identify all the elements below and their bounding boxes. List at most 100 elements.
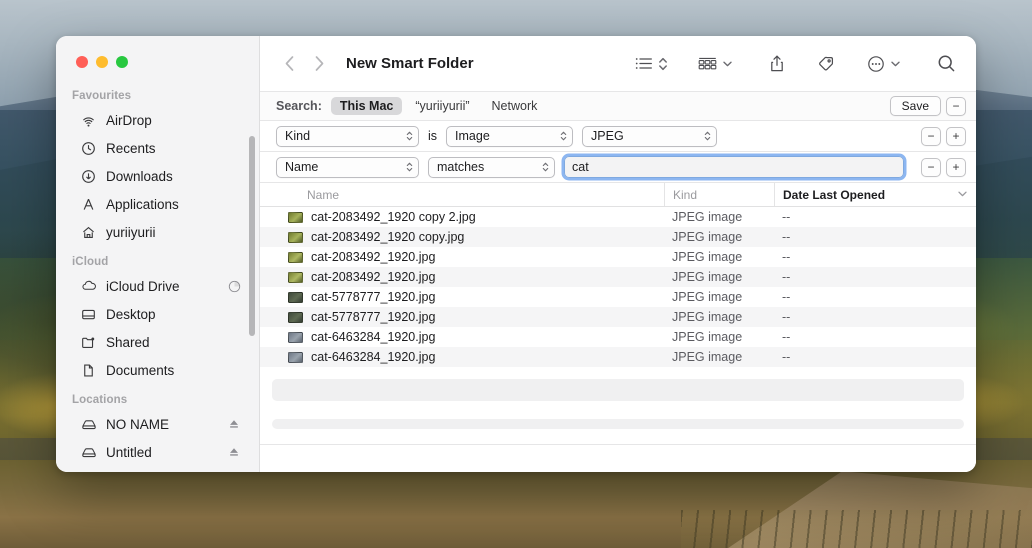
file-name-cell: cat-2083492_1920.jpg — [260, 270, 664, 284]
sidebar-section-icloud-title: iCloud — [72, 256, 109, 268]
sidebar-item-label: AirDrop — [106, 112, 152, 128]
sidebar-section-favourites-title: Favourites — [72, 90, 132, 102]
main-content: New Smart Folder Search: This Mac “yurii… — [260, 36, 976, 472]
file-name: cat-2083492_1920.jpg — [311, 250, 436, 264]
criteria-attribute-popup[interactable]: Kind — [276, 125, 419, 147]
column-header-label: Kind — [673, 187, 698, 202]
eject-icon[interactable] — [227, 417, 241, 431]
cloud-icon — [80, 278, 97, 295]
criteria-value: Image — [455, 129, 490, 143]
save-button[interactable]: Save — [889, 96, 941, 116]
back-button[interactable] — [274, 50, 304, 78]
table-row[interactable]: cat-6463284_1920.jpg JPEG image -- — [260, 327, 976, 347]
file-name-cell: cat-6463284_1920.jpg — [260, 350, 664, 364]
sidebar-item-icloud-drive[interactable]: iCloud Drive — [64, 272, 251, 300]
remove-criteria-button[interactable]: − — [921, 126, 941, 146]
sidebar-item-shared[interactable]: Shared — [64, 328, 251, 356]
file-name: cat-2083492_1920.jpg — [311, 270, 436, 284]
criteria-text-value: cat — [572, 160, 589, 174]
table-row[interactable]: cat-5778777_1920.jpg JPEG image -- — [260, 287, 976, 307]
criteria-value-popup[interactable]: Image — [446, 125, 574, 147]
window-bottom-strip — [260, 444, 976, 472]
list-view-icon[interactable] — [631, 50, 657, 78]
remove-search-row-button[interactable]: − — [946, 96, 966, 116]
file-name: cat-5778777_1920.jpg — [311, 310, 436, 324]
scope-home-folder[interactable]: “yuriiyurii” — [406, 97, 478, 115]
sidebar-scrollbar[interactable] — [249, 136, 255, 336]
clock-icon — [80, 140, 97, 157]
table-row[interactable]: cat-6463284_1920.jpg JPEG image -- — [260, 347, 976, 367]
chevron-down-icon[interactable] — [889, 58, 903, 69]
close-button[interactable] — [76, 56, 88, 68]
scope-this-mac[interactable]: This Mac — [330, 97, 403, 115]
add-criteria-button[interactable]: + — [946, 157, 966, 177]
group-by-icon[interactable] — [694, 50, 721, 78]
remove-criteria-button[interactable]: − — [921, 157, 941, 177]
sidebar-item-downloads[interactable]: Downloads — [64, 162, 251, 190]
sidebar-item-no-name[interactable]: NO NAME — [64, 410, 251, 438]
column-header-name[interactable]: Name — [260, 183, 664, 206]
sidebar-scroll-area[interactable]: Favourites AirDrop Recents Downloads App… — [56, 80, 259, 472]
traffic-lights — [76, 56, 128, 68]
add-criteria-button[interactable]: + — [946, 126, 966, 146]
sidebar-item-documents[interactable]: Documents — [64, 356, 251, 384]
ellipsis-circle-icon[interactable] — [863, 50, 889, 78]
group-by-group — [694, 50, 735, 78]
sidebar-item-untitled[interactable]: Untitled — [64, 438, 251, 466]
tag-icon[interactable] — [813, 50, 839, 78]
column-header-kind[interactable]: Kind — [664, 183, 774, 206]
table-row[interactable]: cat-2083492_1920.jpg JPEG image -- — [260, 247, 976, 267]
loading-placeholders — [260, 367, 976, 429]
criteria-attribute-value: Kind — [285, 129, 311, 143]
column-header-date-last-opened[interactable]: Date Last Opened — [774, 183, 976, 206]
criteria-subvalue-popup[interactable]: JPEG — [582, 125, 718, 147]
column-header-label: Date Last Opened — [783, 187, 886, 202]
file-list[interactable]: cat-2083492_1920 copy 2.jpg JPEG image -… — [260, 207, 976, 444]
file-name-cell: cat-5778777_1920.jpg — [260, 310, 664, 324]
updown-chevron-icon — [406, 162, 413, 173]
file-date-last-opened: -- — [782, 230, 791, 244]
file-kind: JPEG image — [672, 310, 743, 324]
search-icon[interactable] — [933, 50, 960, 78]
eject-icon[interactable] — [227, 445, 241, 459]
file-name: cat-6463284_1920.jpg — [311, 350, 436, 364]
updown-chevron-icon — [542, 162, 549, 173]
sidebar: Favourites AirDrop Recents Downloads App… — [56, 36, 260, 472]
document-icon — [80, 362, 97, 379]
file-kind: JPEG image — [672, 210, 743, 224]
criteria-attribute-popup[interactable]: Name — [276, 156, 419, 178]
sidebar-item-recents[interactable]: Recents — [64, 134, 251, 162]
table-row[interactable]: cat-2083492_1920.jpg JPEG image -- — [260, 267, 976, 287]
criteria-text-input[interactable]: cat — [564, 156, 904, 178]
file-date-last-opened: -- — [782, 270, 791, 284]
image-thumbnail-icon — [288, 251, 303, 263]
updown-chevron-icon[interactable] — [657, 56, 670, 72]
sidebar-item-home[interactable]: yuriiyurii — [64, 218, 251, 246]
view-options-group — [631, 50, 670, 78]
table-row[interactable]: cat-2083492_1920 copy 2.jpg JPEG image -… — [260, 207, 976, 227]
criteria-operator-popup[interactable]: matches — [428, 156, 555, 178]
zoom-button[interactable] — [116, 56, 128, 68]
file-date-last-opened: -- — [782, 290, 791, 304]
chevron-down-icon[interactable] — [721, 58, 735, 69]
criteria-subvalue: JPEG — [591, 129, 624, 143]
scope-network[interactable]: Network — [483, 97, 547, 115]
file-date-last-opened: -- — [782, 210, 791, 224]
page-title: New Smart Folder — [346, 55, 474, 72]
file-name-cell: cat-5778777_1920.jpg — [260, 290, 664, 304]
table-row[interactable]: cat-2083492_1920 copy.jpg JPEG image -- — [260, 227, 976, 247]
criteria-row-name: Name matches cat − + — [260, 152, 976, 183]
file-name-cell: cat-2083492_1920 copy 2.jpg — [260, 210, 664, 224]
file-name: cat-6463284_1920.jpg — [311, 330, 436, 344]
minimize-button[interactable] — [96, 56, 108, 68]
table-row[interactable]: cat-5778777_1920.jpg JPEG image -- — [260, 307, 976, 327]
forward-button[interactable] — [304, 50, 334, 78]
sidebar-item-desktop[interactable]: Desktop — [64, 300, 251, 328]
file-name: cat-5778777_1920.jpg — [311, 290, 436, 304]
search-label: Search: — [276, 99, 322, 113]
file-name-cell: cat-2083492_1920 copy.jpg — [260, 230, 664, 244]
sidebar-item-applications[interactable]: Applications — [64, 190, 251, 218]
sidebar-item-airdrop[interactable]: AirDrop — [64, 106, 251, 134]
criteria-row-kind: Kind is Image JPEG − + — [260, 121, 976, 152]
share-icon[interactable] — [765, 50, 789, 78]
